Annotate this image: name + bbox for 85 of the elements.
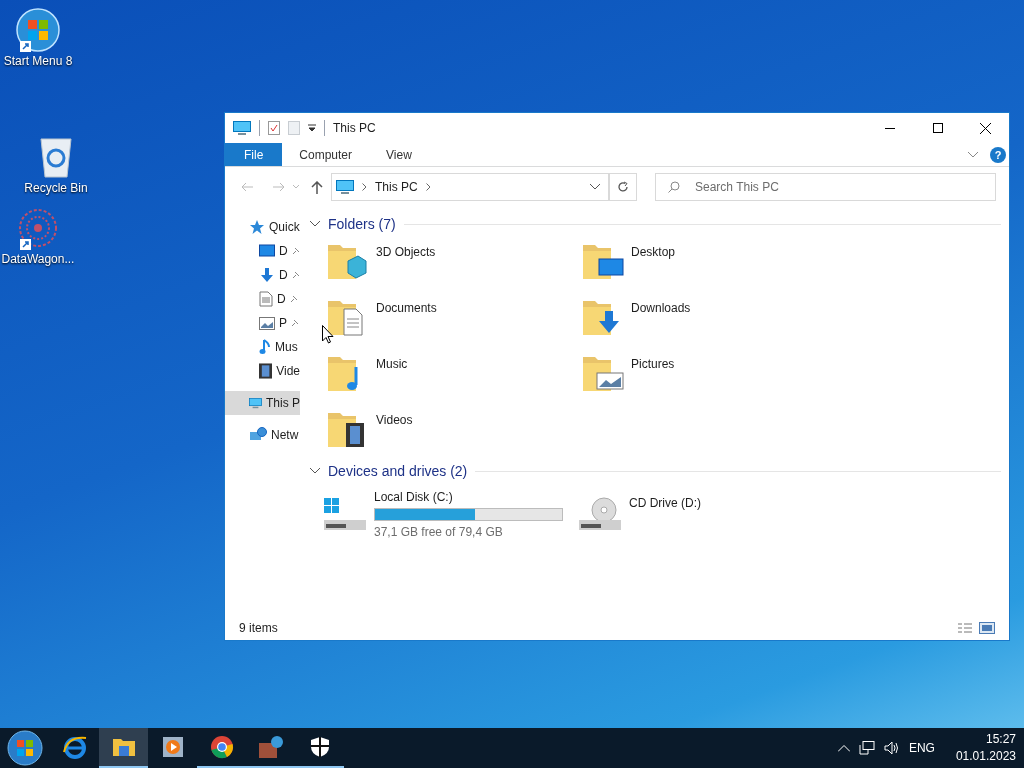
taskbar-button[interactable]: [99, 728, 148, 768]
ribbon-tab[interactable]: View: [369, 143, 429, 166]
nav-label: Mus: [275, 339, 298, 356]
ribbon-tab[interactable]: File: [225, 143, 283, 166]
network-icon[interactable]: [858, 741, 875, 755]
clock-time[interactable]: 15:27: [985, 731, 1016, 748]
browser-e-icon: [61, 734, 88, 760]
search-icon: [668, 181, 680, 193]
folder-label[interactable]: Downloads: [631, 297, 691, 317]
chevron-down-icon[interactable]: [968, 151, 978, 158]
media-player-icon: [161, 736, 184, 758]
nav-item[interactable]: P: [225, 311, 300, 335]
chevron-right-icon[interactable]: [425, 183, 431, 191]
chevron-up-icon[interactable]: [837, 744, 850, 752]
drive-label[interactable]: Local Disk (C:): [374, 488, 563, 506]
nav-item[interactable]: D: [225, 287, 300, 311]
nav-label: This P: [266, 395, 300, 412]
chevron-down-icon[interactable]: [590, 184, 600, 190]
folder-label[interactable]: Documents: [376, 297, 437, 317]
folder-label[interactable]: Videos: [376, 409, 413, 429]
desktop-icon-label[interactable]: DataWagon...: [1, 250, 75, 268]
nav-item[interactable]: Mus: [225, 335, 300, 359]
maximize-icon[interactable]: [933, 123, 943, 133]
section-header[interactable]: Folders (7): [328, 213, 396, 235]
desktop-icon-label[interactable]: Recycle Bin: [24, 179, 88, 197]
help-button[interactable]: ?: [990, 146, 1006, 163]
address-text: This PC: [375, 179, 418, 196]
down-arrow-icon: [259, 267, 275, 283]
drive-label[interactable]: CD Drive (D:): [629, 488, 701, 512]
large-icons-view-icon[interactable]: [979, 622, 995, 634]
language-indicator[interactable]: ENG: [908, 739, 935, 757]
address-bar[interactable]: This PC: [331, 173, 609, 201]
up-arrow-icon[interactable]: [311, 180, 323, 194]
nav-item[interactable]: D: [225, 263, 300, 287]
picture-icon: [259, 316, 275, 330]
film-icon: [259, 363, 273, 379]
refresh-button[interactable]: [609, 173, 637, 201]
refresh-icon: [617, 181, 629, 193]
computer-icon: [336, 179, 354, 195]
shield-icon: [309, 736, 330, 758]
window-title: This PC: [333, 120, 376, 137]
nav-label: D: [279, 267, 288, 284]
properties-icon[interactable]: [268, 121, 280, 135]
network-sphere-icon: [16, 206, 60, 250]
star-icon: [249, 219, 265, 235]
folder-label[interactable]: Desktop: [631, 241, 676, 261]
brick-wall-icon: [257, 735, 284, 759]
nav-item[interactable]: Quick: [225, 215, 300, 239]
nav-label: Netw: [271, 427, 299, 444]
windows-orb-icon: [16, 8, 60, 52]
desktop-icon-label[interactable]: Start Menu 8: [3, 52, 73, 70]
nav-label: P: [279, 315, 287, 332]
chevron-down-icon[interactable]: [310, 468, 320, 474]
nav-item[interactable]: This P: [225, 391, 300, 415]
chrome-icon: [209, 735, 234, 759]
computer-icon: [233, 120, 251, 136]
mouse-cursor-icon: [322, 325, 334, 344]
clock-date[interactable]: 01.01.2023: [955, 748, 1016, 765]
folder-label[interactable]: Music: [376, 353, 408, 373]
nav-label: Quick: [269, 219, 300, 236]
folder-icon: [111, 737, 136, 757]
music-note-icon: [259, 339, 271, 355]
nav-item[interactable]: Netw: [225, 423, 300, 447]
computer-icon: [249, 395, 262, 411]
drive-free-space: 37,1 GB free of 79,4 GB: [374, 524, 504, 541]
monitor-icon: [259, 244, 275, 258]
nav-label: Vide: [276, 363, 300, 380]
ribbon-tab[interactable]: Computer: [282, 143, 370, 166]
network-icon: [249, 427, 267, 443]
close-icon[interactable]: [980, 122, 991, 134]
start-orb-icon[interactable]: [7, 730, 43, 766]
section-header[interactable]: Devices and drives (2): [328, 460, 468, 482]
speaker-icon[interactable]: [883, 741, 900, 755]
chevron-right-icon[interactable]: [362, 183, 367, 191]
document-icon: [259, 291, 273, 307]
dropdown-caret-icon[interactable]: [308, 124, 316, 132]
nav-label: D: [279, 243, 288, 260]
nav-label: D: [277, 291, 286, 308]
folder-label[interactable]: Pictures: [631, 353, 675, 373]
nav-item[interactable]: Vide: [225, 359, 300, 383]
status-text: 9 items: [239, 620, 278, 637]
chevron-down-icon[interactable]: [310, 221, 320, 227]
search-field[interactable]: Search This PC: [655, 173, 996, 201]
folder-label[interactable]: 3D Objects: [376, 241, 436, 261]
nav-item[interactable]: D: [225, 239, 300, 263]
